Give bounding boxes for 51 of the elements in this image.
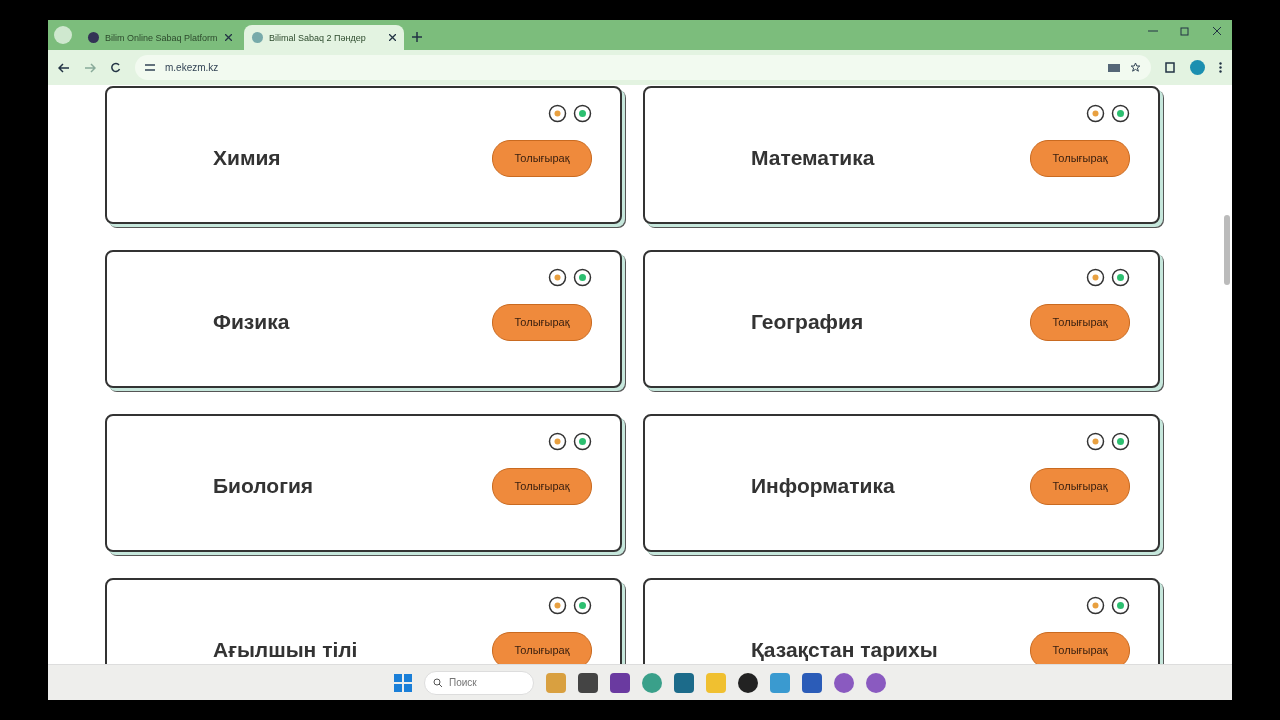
browser-tab[interactable]: Bilimal Sabaq 2 Пәндер [244,25,404,50]
more-button[interactable]: Толығырақ [492,139,592,177]
subject-title: География [751,310,865,334]
close-icon[interactable] [389,34,396,41]
favicon-icon [88,32,99,43]
status-dot-icon[interactable] [573,104,592,123]
app-icon[interactable] [610,672,630,693]
restore-icon[interactable] [1180,26,1190,36]
app-icon[interactable] [578,672,598,693]
back-icon[interactable] [58,62,70,73]
subject-title: Математика [751,146,876,170]
star-icon[interactable] [1130,62,1141,73]
close-icon[interactable] [225,34,232,41]
search-icon [433,677,443,688]
subject-title: Ағылшын тілі [213,638,359,662]
start-icon[interactable] [394,673,412,692]
subject-title: Қазақстан тарихы [751,638,939,662]
status-dot-icon[interactable] [573,268,592,287]
address-bar[interactable]: m.ekezm.kz [135,55,1151,80]
app-icon[interactable] [738,672,758,693]
status-dot-icon[interactable] [1111,104,1130,123]
more-button[interactable]: Толығырақ [1030,303,1130,341]
scrollbar-thumb[interactable] [1224,215,1230,285]
status-dot-icon[interactable] [573,596,592,615]
subject-title: Физика [213,310,291,334]
status-dot-icon[interactable] [1111,268,1130,287]
close-icon[interactable] [1212,26,1222,36]
menu-icon[interactable] [1219,62,1222,73]
more-button[interactable]: Толығырақ [1030,631,1130,664]
more-button[interactable]: Толығырақ [1030,467,1130,505]
more-button[interactable]: Толығырақ [492,303,592,341]
subject-title: Информатика [751,474,896,498]
subject-title: Биология [213,474,315,498]
status-dot-icon[interactable] [1111,596,1130,615]
favicon-icon [252,32,263,43]
url-text: m.ekezm.kz [165,62,219,73]
status-dot-icon[interactable] [1111,432,1130,451]
search-field[interactable]: Поиск [424,670,534,695]
tab-title: Bilim Online Sabaq Platform [105,32,218,43]
extensions-icon[interactable] [1165,62,1176,73]
more-button[interactable]: Толығырақ [492,631,592,664]
more-button[interactable]: Толығырақ [492,467,592,505]
site-settings-icon[interactable] [145,63,155,72]
more-button[interactable]: Толығырақ [1030,139,1130,177]
new-tab-icon[interactable] [412,32,422,42]
status-dot-icon[interactable] [573,432,592,451]
subject-title: Химия [213,146,282,170]
browser-tab[interactable]: Bilim Online Sabaq Platform [80,25,240,50]
avatar-icon[interactable] [1190,60,1205,75]
reload-icon[interactable] [110,62,121,73]
tab-title: Bilimal Sabaq 2 Пәндер [269,32,366,43]
